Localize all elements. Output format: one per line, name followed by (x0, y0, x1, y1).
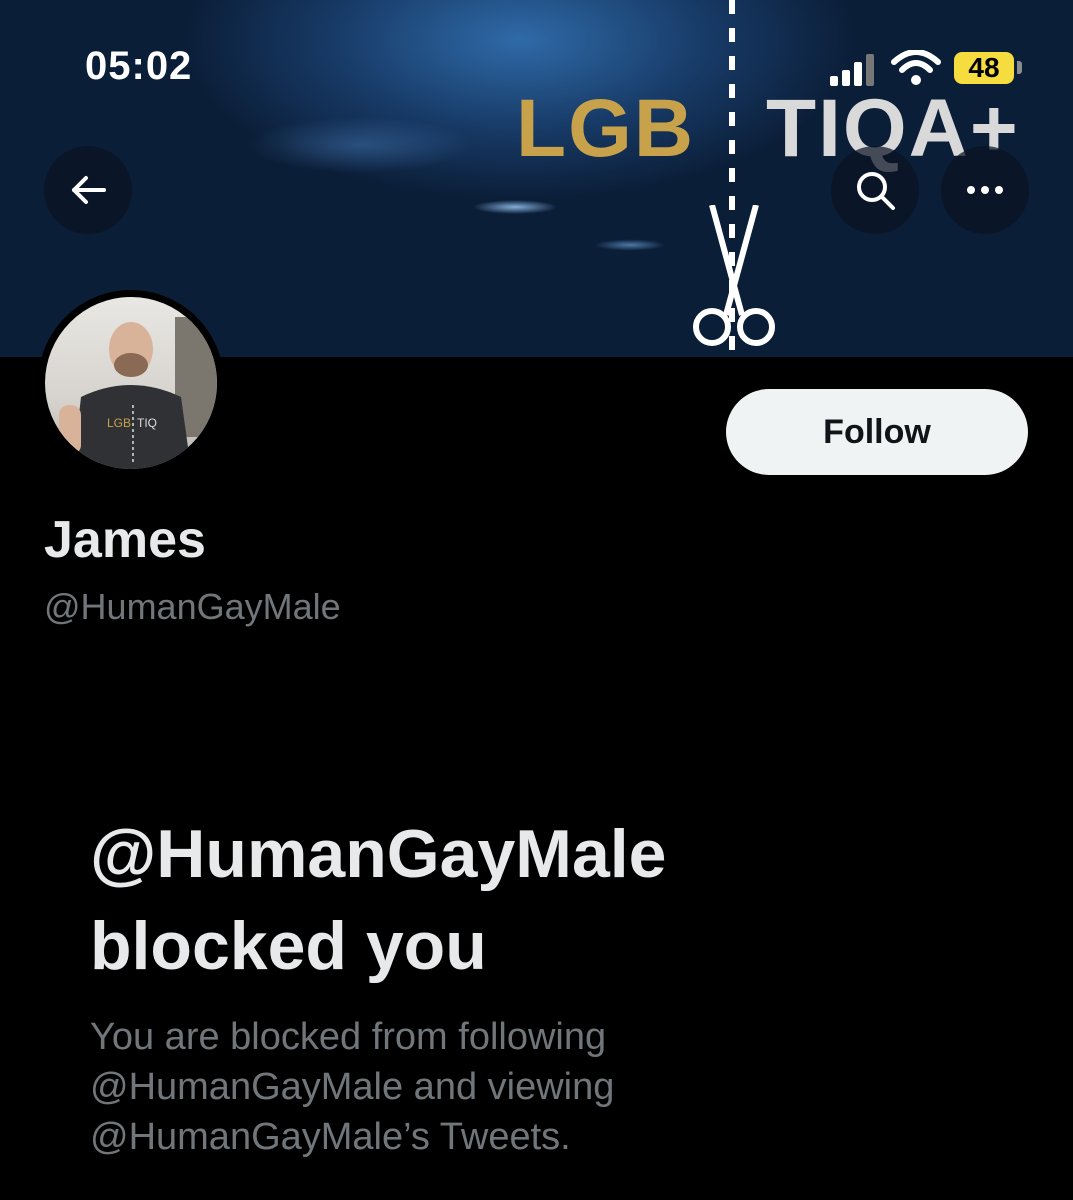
blocked-heading-line-1: @HumanGayMale (90, 816, 667, 892)
status-icons: 48 (828, 50, 1028, 90)
profile-handle: @HumanGayMale (44, 586, 341, 627)
avatar-shirt-lgb: LGB (107, 416, 131, 430)
wifi-icon (891, 50, 941, 85)
search-button[interactable] (831, 146, 919, 234)
blocked-description-line-2: @HumanGayMale and viewing (90, 1066, 615, 1108)
arrow-left-icon (72, 176, 106, 204)
blocked-description-line-1: You are blocked from following (90, 1016, 607, 1058)
follow-button[interactable]: Follow (726, 389, 1028, 475)
profile-avatar[interactable]: LGB TIQ (38, 290, 224, 476)
search-icon (857, 172, 895, 210)
status-time: 05:02 (85, 44, 193, 88)
blocked-description: You are blocked from following @HumanGay… (90, 1012, 790, 1162)
profile-display-name: James (44, 511, 206, 569)
scissors-icon (693, 205, 775, 346)
battery-tip (1017, 61, 1022, 74)
blocked-heading-line-2: blocked you (90, 908, 487, 984)
more-options-button[interactable] (941, 146, 1029, 234)
cellular-signal-icon (830, 54, 874, 86)
banner-logo-lgb: LGB (516, 83, 696, 174)
avatar-photo: LGB TIQ (45, 297, 217, 469)
blocked-description-line-3: @HumanGayMale’s Tweets. (90, 1116, 571, 1158)
avatar-person-illustration: LGB TIQ (59, 317, 217, 469)
avatar-shirt-tiq: TIQ (137, 416, 157, 430)
battery-indicator: 48 (954, 52, 1014, 84)
more-horizontal-icon (967, 186, 1003, 194)
back-button[interactable] (44, 146, 132, 234)
blocked-heading: @HumanGayMale blocked you (90, 808, 990, 992)
